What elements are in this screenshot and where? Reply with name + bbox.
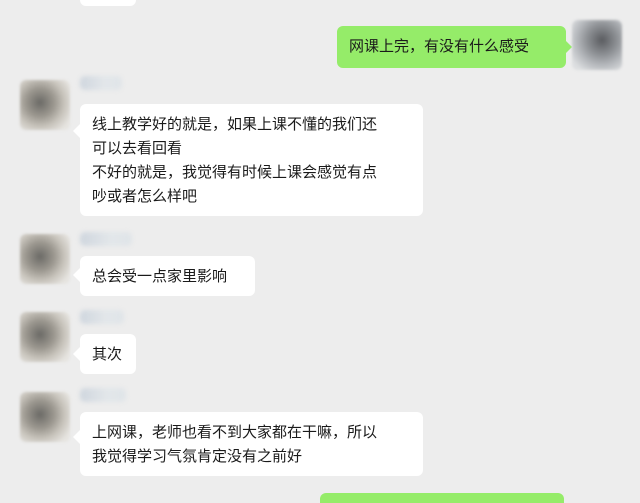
message-bubble-received[interactable]: 线上教学好的就是，如果上课不懂的我们还 可以去看回看 不好的就是，我觉得有时候上…	[80, 104, 423, 216]
bubble-tail	[73, 268, 80, 282]
my-avatar[interactable]	[572, 20, 622, 70]
sender-name	[80, 388, 126, 402]
sender-name	[80, 232, 132, 246]
message-bubble-received[interactable]: 其次	[80, 334, 136, 374]
contact-avatar[interactable]	[20, 80, 70, 130]
bubble-tail	[565, 40, 572, 54]
message-bubble-partial-top	[80, 0, 136, 6]
message-bubble-partial-bottom	[320, 493, 564, 503]
sender-name	[80, 310, 124, 324]
contact-avatar[interactable]	[20, 312, 70, 362]
contact-avatar[interactable]	[20, 392, 70, 442]
contact-avatar[interactable]	[20, 234, 70, 284]
message-bubble-sent[interactable]: 网课上完，有没有什么感受	[337, 26, 566, 68]
sender-name	[80, 76, 122, 90]
message-bubble-received[interactable]: 总会受一点家里影响	[80, 256, 255, 296]
bubble-tail	[73, 347, 80, 361]
bubble-tail	[73, 124, 80, 138]
message-bubble-received[interactable]: 上网课，老师也看不到大家都在干嘛，所以 我觉得学习气氛肯定没有之前好	[80, 412, 423, 476]
bubble-tail	[73, 430, 80, 444]
